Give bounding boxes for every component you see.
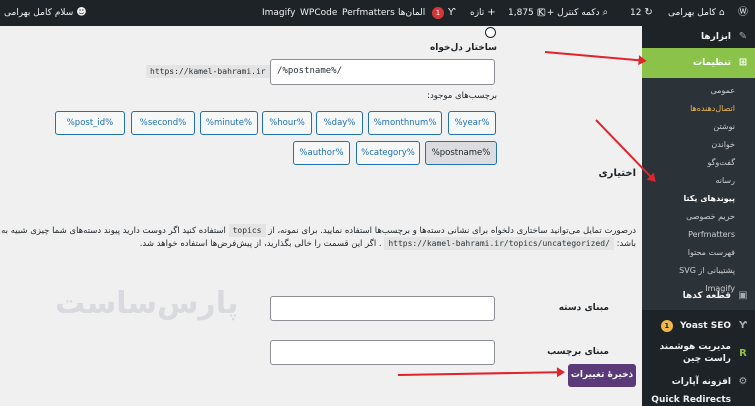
new-content-link[interactable]: + تازه bbox=[470, 0, 496, 26]
settings-icon: ⊞ bbox=[738, 57, 748, 68]
submenu-connectors[interactable]: اتصال‌دهنده‌ها bbox=[642, 100, 755, 118]
submenu-toc[interactable]: فهرست محتوا bbox=[642, 244, 755, 262]
menu-yoast-seo[interactable]: Ƴ Yoast SEO 1 bbox=[642, 315, 755, 337]
submenu-media[interactable]: رسانه bbox=[642, 172, 755, 190]
admin-sidebar: ✎ ابزارها ⊞ تنظیمات عمومی اتصال‌دهنده‌ها… bbox=[642, 26, 755, 406]
submenu-writing[interactable]: نوشتن bbox=[642, 118, 755, 136]
comment-icon: ▢ bbox=[536, 7, 547, 18]
tag-hour[interactable]: %hour% bbox=[262, 111, 312, 135]
plus-icon: + bbox=[487, 7, 496, 18]
tag-monthnum[interactable]: %monthnum% bbox=[368, 111, 442, 135]
tag-post-id[interactable]: %post_id% bbox=[55, 111, 125, 135]
custom-structure-input[interactable]: /%postname%/ bbox=[270, 59, 495, 85]
updates-link[interactable]: ↻ 12 bbox=[630, 0, 653, 26]
optional-description-line2: باشد: https://kamel-bahrami.ir/topics/un… bbox=[139, 237, 636, 250]
submenu-privacy[interactable]: حریم خصوصی bbox=[642, 208, 755, 226]
topics-code: topics bbox=[228, 224, 266, 237]
tag-base-label: مبنای برچسب bbox=[547, 347, 609, 357]
submenu-general[interactable]: عمومی bbox=[642, 82, 755, 100]
tag-second[interactable]: %second% bbox=[131, 111, 195, 135]
settings-submenu: عمومی اتصال‌دهنده‌ها نوشتن خواندن گفت‌وگ… bbox=[642, 78, 755, 310]
base-url-code: https://kamel-bahrami.ir bbox=[146, 65, 270, 78]
elementor-link[interactable]: المان‌ها bbox=[398, 0, 425, 26]
menu-settings[interactable]: ⊞ تنظیمات bbox=[642, 48, 755, 78]
menu-quick-redirects[interactable]: Quick Redirects bbox=[642, 393, 755, 406]
submenu-permalinks[interactable]: پیوندهای یکتا bbox=[642, 190, 755, 208]
notification-badge[interactable]: 1 bbox=[432, 0, 444, 26]
wpcode-link[interactable]: WPCode bbox=[300, 0, 337, 26]
category-base-label: مبنای دسته bbox=[558, 303, 609, 313]
menu-snippets[interactable]: ▣ قطعه کدها bbox=[642, 284, 755, 308]
permalink-settings-content: ساختار دل‌خواه https://kamel-bahrami.ir … bbox=[0, 26, 642, 406]
account-link[interactable]: ☻ سلام کامل بهرامی bbox=[4, 0, 87, 26]
submenu-svg-support[interactable]: پشتیبانی از SVG bbox=[642, 262, 755, 280]
optional-section-title: اختیاری bbox=[598, 168, 636, 179]
avatar: ☻ bbox=[76, 7, 87, 18]
site-name-link[interactable]: ⌂ کامل بهرامی bbox=[668, 0, 725, 26]
tag-year[interactable]: %year% bbox=[448, 111, 496, 135]
yoast-adminbar-link[interactable]: Ƴ bbox=[448, 0, 455, 26]
example-url-code: https://kamel-bahrami.ir/topics/uncatego… bbox=[384, 237, 614, 250]
submenu-reading[interactable]: خواندن bbox=[642, 136, 755, 154]
tag-author[interactable]: %author% bbox=[293, 141, 350, 165]
admin-bar: Ⓦ ⌂ کامل بهرامی ↻ 12 ⌕ دکمه کنترل + K ▢ … bbox=[0, 0, 755, 26]
custom-structure-radio[interactable] bbox=[485, 27, 496, 38]
category-base-input[interactable] bbox=[270, 296, 495, 321]
menu-aparat-addon[interactable]: ⚙ افزونه آپارات bbox=[642, 371, 755, 393]
yoast-icon: Ƴ bbox=[448, 7, 456, 18]
wrench-icon: ✎ bbox=[738, 31, 748, 42]
menu-tools[interactable]: ✎ ابزارها bbox=[642, 26, 755, 48]
submenu-perfmatters[interactable]: Perfmatters bbox=[642, 226, 755, 244]
wordpress-logo-icon[interactable]: Ⓦ bbox=[738, 0, 748, 26]
tag-category[interactable]: %category% bbox=[356, 141, 420, 165]
yoast-notification-badge: 1 bbox=[660, 319, 673, 332]
tag-postname[interactable]: %postname% bbox=[425, 141, 497, 165]
submenu-discussion[interactable]: گفت‌وگو bbox=[642, 154, 755, 172]
search-icon: ⌕ bbox=[602, 7, 609, 18]
gear-icon: ⚙ bbox=[738, 376, 748, 387]
imagify-link[interactable]: Imagify bbox=[262, 0, 296, 26]
tag-minute[interactable]: %minute% bbox=[200, 111, 258, 135]
save-changes-button[interactable]: ذخیرهٔ تغییرات bbox=[568, 364, 636, 387]
code-snippets-icon: ▣ bbox=[738, 290, 748, 301]
custom-structure-label: ساختار دل‌خواه bbox=[429, 43, 497, 53]
menu-rtl-manager[interactable]: R مدیریت هوشمند راست چین bbox=[642, 337, 755, 371]
comments-link[interactable]: ▢ 1,875 bbox=[508, 0, 546, 26]
search-command-link[interactable]: ⌕ دکمه کنترل + K bbox=[538, 0, 608, 26]
updates-icon: ↻ bbox=[644, 7, 653, 18]
tag-base-input[interactable] bbox=[270, 340, 495, 365]
optional-description-line1: درصورت تمایل می‌توانید ساختاری دلخواه بر… bbox=[0, 224, 636, 237]
rtl-manager-icon: R bbox=[739, 348, 747, 359]
tag-day[interactable]: %day% bbox=[316, 111, 363, 135]
yoast-icon: Ƴ bbox=[739, 320, 747, 331]
available-tags-label: برچسب‌های موجود: bbox=[427, 91, 497, 101]
perfmatters-link[interactable]: Perfmatters bbox=[342, 0, 395, 26]
watermark-logo: پارس‌ساست bbox=[55, 286, 239, 321]
